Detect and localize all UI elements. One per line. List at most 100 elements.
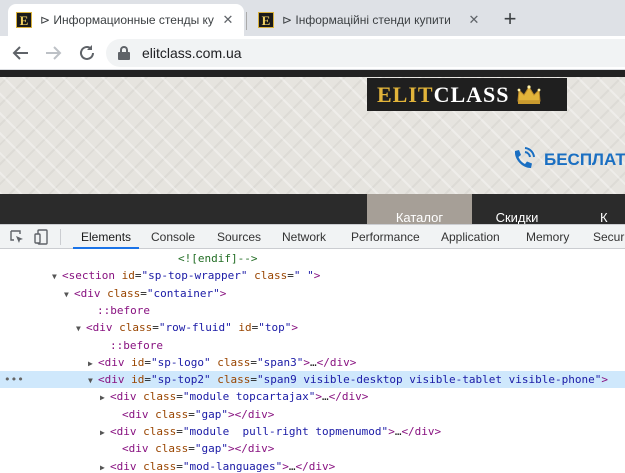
dom-node-content: <div class="gap"></div> [122,442,275,456]
dom-node-line[interactable]: <div class="gap"></div> [0,406,625,423]
phone-contact[interactable]: БЕСПЛАТ [508,146,625,174]
dom-node-line[interactable]: ▼ <div class="container"> [0,285,625,302]
attr-value: "sp-top-wrapper" [141,269,248,283]
dom-node-content: ::before [97,302,150,319]
dom-node-line[interactable]: ▶ <div class="module topcartajax">…</div> [0,388,625,405]
dom-node-content: <div class="gap"></div> [122,407,275,421]
browser-toolbar: elitclass.com.ua [0,36,625,70]
devtools-tab-memory[interactable]: Memory [526,225,569,249]
dom-node-line[interactable]: ::before [0,302,625,319]
attr-value: "gap" [194,407,228,421]
forward-button[interactable] [40,40,66,66]
dom-node-line[interactable]: ▼ <div class="row-fluid" id="top"> [0,319,625,336]
dom-node-content: ▶ <div id="sp-logo" class="span3">…</div> [88,354,356,372]
dom-node-content: ▶ <div class="module pull-right topmenumo… [100,423,441,441]
reload-icon [80,45,94,60]
tag-name: <div [74,286,101,300]
menu-item-partial[interactable]: К [600,194,625,224]
attr-name: class [155,407,189,421]
attr-value: "container" [146,286,220,300]
closing-tag: </div> [316,355,357,369]
devtools-tab-performance[interactable]: Performance [351,225,420,249]
address-bar[interactable]: elitclass.com.ua [106,39,625,67]
dom-node-line[interactable]: ••• ▼ <div id="sp-top2" class="span9 visib… [0,371,625,389]
attr-value: " " [293,269,314,283]
node-actions-icon: ••• [4,373,24,387]
tab-inactive[interactable]: E ⊳ Інформаційні стенди купити ✕ [250,4,490,36]
devtools-tab-application[interactable]: Application [441,225,500,249]
attr-name: id [131,355,145,369]
menu-item-catalog[interactable]: Каталог [367,194,472,224]
attr-value: "module topcartajax" [182,390,316,404]
dom-node-line[interactable]: ▼ <section id="sp-top-wrapper" class=" "> [0,267,625,284]
url-text: elitclass.com.ua [142,45,242,61]
devtools-toolbar: Elements Console Sources Network Perform… [0,225,625,249]
new-tab-button[interactable]: + [496,6,524,34]
tag-name: <div [122,407,149,421]
dom-node-line[interactable]: ▶ <div class="module pull-right topmenumo… [0,423,625,440]
devtools-panel: Elements Console Sources Network Perform… [0,224,625,473]
site-menu: Каталог Скидки К [0,194,625,224]
tag-name: <div [110,390,137,404]
attr-value: "module pull-right topmenumod" [182,425,389,438]
collapsed-triangle-icon: ▶ [100,393,105,403]
back-button[interactable] [8,40,34,66]
reload-button[interactable] [74,40,100,66]
lock-icon[interactable] [118,46,130,60]
logo-text-elit: ELIT [377,81,434,107]
devtools-tab-sources[interactable]: Sources [217,225,261,249]
devtools-tab-elements[interactable]: Elements [72,225,140,249]
tab-title: ⊳ Информационные стенды купить [40,13,214,27]
tag-name: <div [110,459,137,473]
devtools-tab-network[interactable]: Network [282,225,326,249]
collapsed-triangle-icon: ▶ [100,462,105,472]
dom-node-content: ::before [110,337,163,354]
dom-node-line[interactable]: ▶ <div id="sp-logo" class="span3">…</div> [0,354,625,371]
attr-value: "span3" [256,355,304,369]
dom-node-line[interactable]: <div class="gap"></div> [0,440,625,457]
attr-value: "sp-logo" [151,355,211,369]
tag-name: <div [122,442,149,456]
menu-item-discounts[interactable]: Скидки [472,194,562,224]
toolbar-divider [60,229,61,245]
attr-name: id [131,373,145,387]
devtools-tab-console[interactable]: Console [151,225,195,249]
close-tab-icon[interactable]: ✕ [466,12,482,28]
tag-name: <section [62,269,115,283]
devtools-tab-security[interactable]: Securi [593,225,625,249]
attr-name: class [143,390,177,404]
inspect-element-icon[interactable] [9,229,25,245]
closing-tag: </div> [401,425,442,438]
phone-icon [514,147,535,169]
site-logo[interactable]: ELIT CLASS [367,78,567,111]
attr-name: class [107,286,141,300]
page-top-border [0,70,625,77]
comment-text: <![endif]--> [178,252,258,265]
crown-icon [516,84,542,105]
attr-name: class [143,425,177,438]
dom-node-line[interactable]: ::before [0,337,625,354]
dom-node-line[interactable]: <![endif]--> [0,250,625,267]
dom-node-content: ▼ <div class="row-fluid" id="top"> [76,319,298,337]
attr-name: class [254,269,288,283]
tab-title: ⊳ Інформаційні стенди купити [282,13,451,27]
attr-value: "top" [258,321,292,335]
expanded-triangle-icon: ▼ [88,376,93,386]
tab-active[interactable]: E ⊳ Информационные стенды купить ✕ [8,4,244,36]
tag-name: <div [86,321,113,335]
attr-name: class [155,442,189,456]
attr-name: class [217,355,251,369]
dom-node-line[interactable]: ▶ <div class="mod-languages">…</div> [0,458,625,473]
device-toolbar-icon[interactable] [34,229,50,245]
phone-label: БЕСПЛАТ [544,150,625,169]
dom-node-content: ▼ <div class="container"> [64,285,226,303]
web-page-viewport: ELIT CLASS БЕСПЛАТ Каталог Скидки К [0,70,625,224]
logo-text-class: CLASS [433,81,510,107]
close-tab-icon[interactable]: ✕ [220,12,236,28]
tag-name: <div [98,373,125,387]
collapsed-ellipsis: … [309,355,317,369]
attr-value: "mod-languages" [182,459,283,473]
collapsed-triangle-icon: ▶ [88,358,93,368]
expanded-triangle-icon: ▼ [64,289,69,299]
dom-node-content: <![endif]--> [178,250,257,267]
